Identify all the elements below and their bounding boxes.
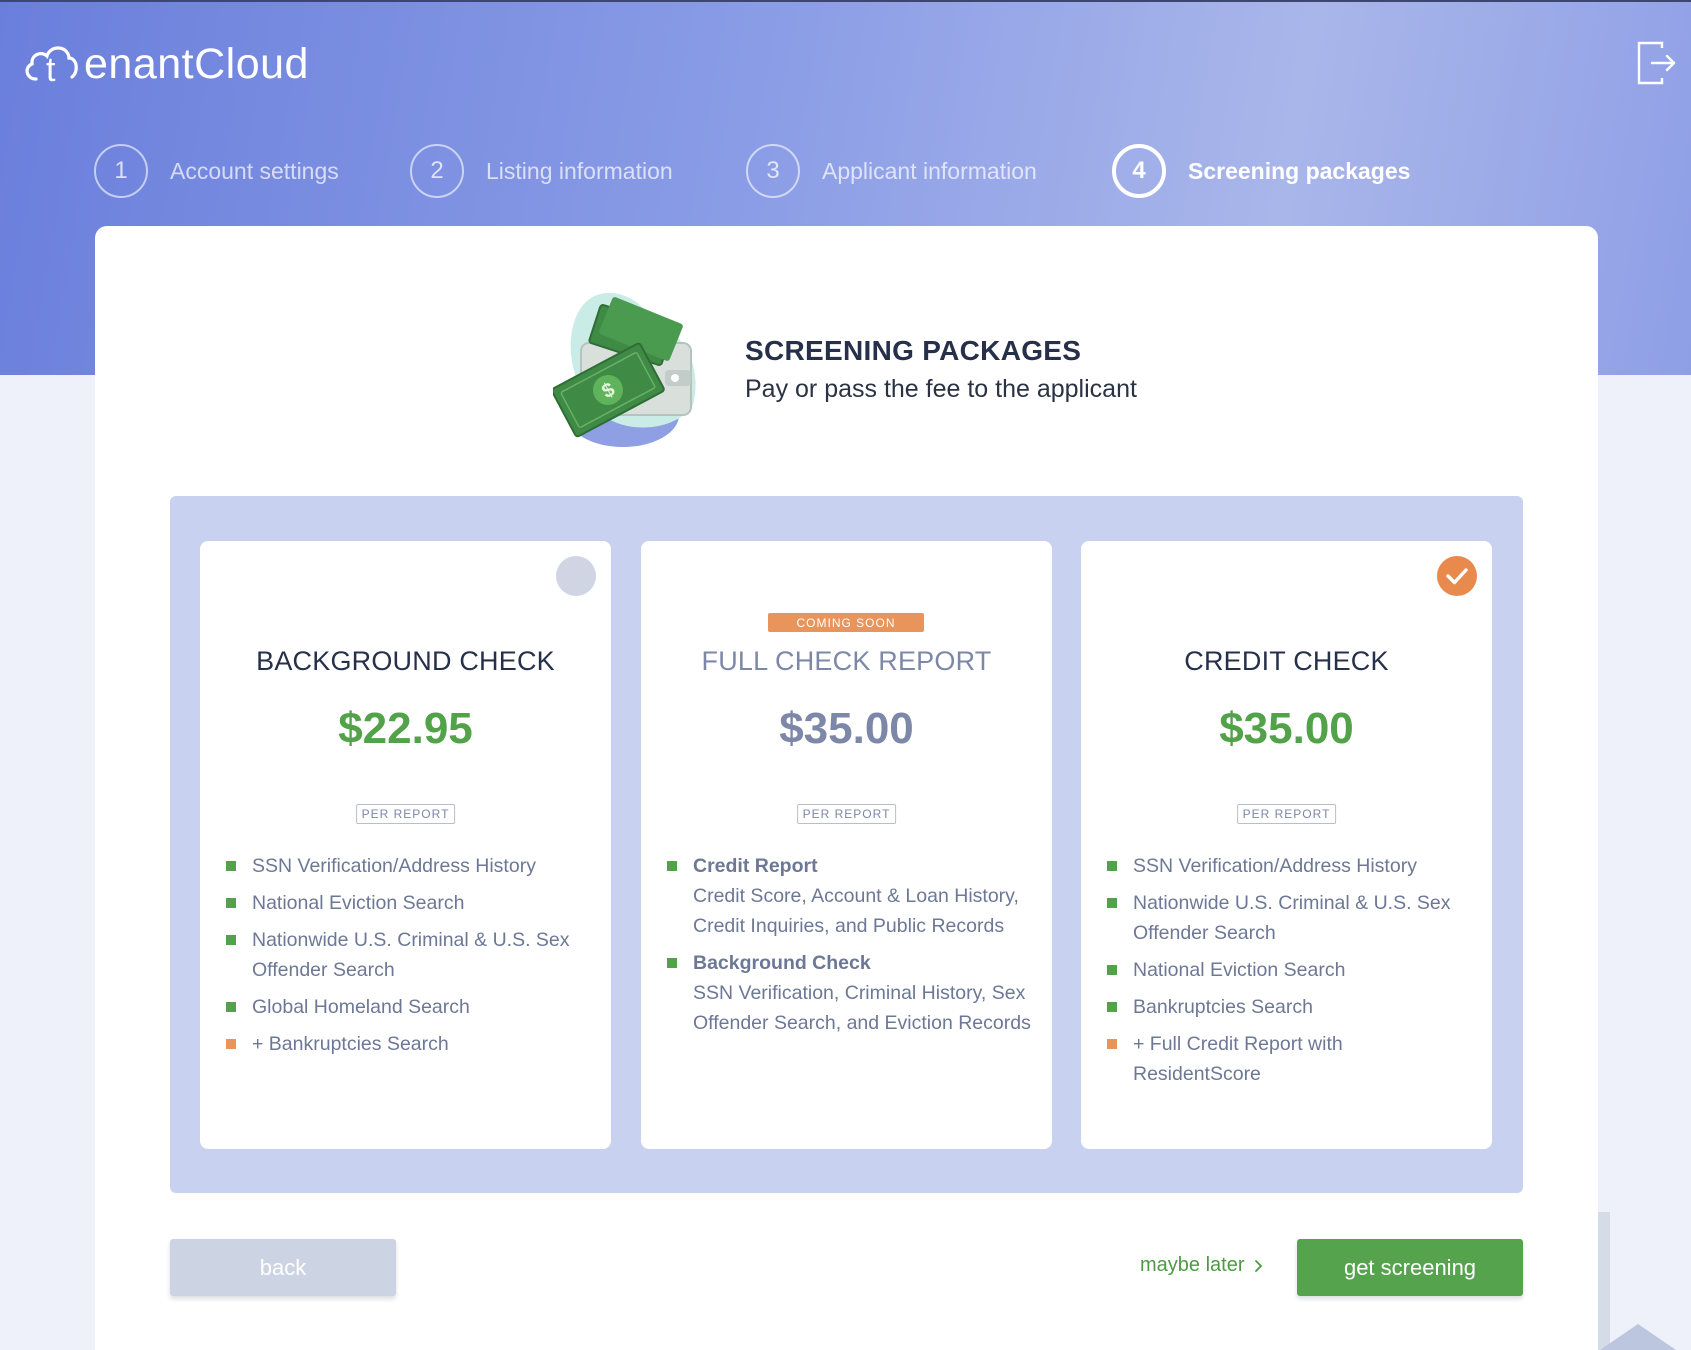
feature-item: Nationwide U.S. Criminal & U.S. Sex Offe… bbox=[226, 925, 595, 985]
package-title: CREDIT CHECK bbox=[1184, 646, 1389, 676]
feature-item: National Eviction Search bbox=[226, 888, 595, 918]
step-screening-packages[interactable]: 4 Screening packages bbox=[1112, 143, 1410, 199]
bullet-icon bbox=[1107, 898, 1117, 908]
back-button[interactable]: back bbox=[170, 1239, 396, 1296]
check-icon bbox=[1446, 568, 1468, 585]
package-title: FULL CHECK REPORT bbox=[701, 646, 992, 676]
feature-item: Global Homeland Search bbox=[226, 992, 595, 1022]
step-listing-information[interactable]: 2 Listing information bbox=[410, 143, 673, 199]
feature-item: Bankruptcies Search bbox=[1107, 992, 1476, 1022]
feature-item: National Eviction Search bbox=[1107, 955, 1476, 985]
step-number: 3 bbox=[746, 144, 800, 198]
feature-list: Credit Report Credit Score, Account & Loa… bbox=[667, 851, 1036, 1045]
bullet-icon bbox=[226, 1039, 236, 1049]
package-background-check[interactable]: BACKGROUND CHECK $22.95 PER REPORT SSN V… bbox=[200, 541, 611, 1149]
feature-text: Nationwide U.S. Criminal & U.S. Sex Offe… bbox=[252, 929, 570, 981]
feature-text: SSN Verification/Address History bbox=[1133, 855, 1417, 877]
feature-item-extra: + Bankruptcies Search bbox=[226, 1029, 595, 1059]
select-radio-checked[interactable] bbox=[1437, 556, 1477, 596]
feature-text: National Eviction Search bbox=[252, 892, 465, 914]
step-account-settings[interactable]: 1 Account settings bbox=[94, 143, 339, 199]
feature-item: Background Check SSN Verification, Crimin… bbox=[667, 948, 1036, 1038]
step-label: Listing information bbox=[486, 157, 673, 184]
feature-text: Nationwide U.S. Criminal & U.S. Sex Offe… bbox=[1133, 892, 1451, 944]
bullet-icon bbox=[226, 935, 236, 945]
bullet-icon bbox=[667, 861, 677, 871]
feature-item: Nationwide U.S. Criminal & U.S. Sex Offe… bbox=[1107, 888, 1476, 948]
feature-heading: Background Check bbox=[693, 952, 871, 974]
bullet-icon bbox=[667, 958, 677, 968]
get-screening-button[interactable]: get screening bbox=[1297, 1239, 1523, 1296]
package-full-check-report: COMING SOON FULL CHECK REPORT $35.00 PER… bbox=[641, 541, 1052, 1149]
bullet-icon bbox=[1107, 965, 1117, 975]
feature-description: SSN Verification, Criminal History, Sex … bbox=[693, 982, 1031, 1034]
feature-text: Bankruptcies Search bbox=[1133, 996, 1313, 1018]
feature-item: SSN Verification/Address History bbox=[1107, 851, 1476, 881]
feature-text: + Bankruptcies Search bbox=[252, 1033, 449, 1055]
bullet-icon bbox=[1107, 861, 1117, 871]
per-report-badge: PER REPORT bbox=[355, 804, 456, 824]
page-title: SCREENING PACKAGES bbox=[745, 335, 1082, 366]
feature-text: SSN Verification/Address History bbox=[252, 855, 536, 877]
package-price: $35.00 bbox=[779, 704, 914, 753]
bullet-icon bbox=[226, 861, 236, 871]
per-report-badge: PER REPORT bbox=[1236, 804, 1337, 824]
chevron-right-icon bbox=[1254, 1259, 1262, 1272]
feature-list: SSN Verification/Address History Nationa… bbox=[226, 851, 595, 1066]
feature-heading: Credit Report bbox=[693, 855, 818, 877]
logout-icon[interactable] bbox=[1636, 40, 1676, 86]
cloud-logo-icon: t bbox=[25, 46, 78, 89]
package-title: BACKGROUND CHECK bbox=[256, 646, 555, 676]
feature-item: Credit Report Credit Score, Account & Loa… bbox=[667, 851, 1036, 941]
feature-text: Global Homeland Search bbox=[252, 996, 470, 1018]
feature-text: + Full Credit Report with ResidentScore bbox=[1133, 1033, 1343, 1085]
scroll-up-icon[interactable] bbox=[1598, 1318, 1678, 1350]
step-label: Screening packages bbox=[1188, 157, 1411, 184]
step-number: 1 bbox=[94, 144, 148, 198]
bullet-icon bbox=[1107, 1002, 1117, 1012]
package-price: $22.95 bbox=[338, 704, 473, 753]
maybe-later-link[interactable]: maybe later bbox=[1140, 1254, 1267, 1277]
package-credit-check[interactable]: CREDIT CHECK $35.00 PER REPORT SSN Verif… bbox=[1081, 541, 1492, 1149]
select-radio[interactable] bbox=[556, 556, 596, 596]
page-subtitle: Pay or pass the fee to the applicant bbox=[745, 375, 1137, 403]
step-number: 2 bbox=[410, 144, 464, 198]
feature-item: SSN Verification/Address History bbox=[226, 851, 595, 881]
feature-list: SSN Verification/Address History Nationw… bbox=[1107, 851, 1476, 1096]
logo-text: enantCloud bbox=[84, 39, 309, 88]
maybe-later-label: maybe later bbox=[1140, 1254, 1245, 1276]
top-border bbox=[0, 0, 1691, 2]
bullet-icon bbox=[226, 1002, 236, 1012]
per-report-badge: PER REPORT bbox=[796, 804, 897, 824]
feature-item-extra: + Full Credit Report with ResidentScore bbox=[1107, 1029, 1476, 1089]
step-number: 4 bbox=[1112, 144, 1166, 198]
bullet-icon bbox=[1107, 1039, 1117, 1049]
logo-letter: t bbox=[46, 51, 56, 89]
package-price: $35.00 bbox=[1219, 704, 1354, 753]
feature-description: Credit Score, Account & Loan History, Cr… bbox=[693, 885, 1019, 937]
coming-soon-badge: COMING SOON bbox=[768, 613, 924, 632]
step-label: Account settings bbox=[170, 157, 339, 184]
feature-text: National Eviction Search bbox=[1133, 959, 1346, 981]
tenantcloud-logo[interactable]: t enantCloud bbox=[22, 36, 309, 92]
bullet-icon bbox=[226, 898, 236, 908]
step-label: Applicant information bbox=[822, 157, 1037, 184]
step-applicant-information[interactable]: 3 Applicant information bbox=[746, 143, 1037, 199]
wallet-money-icon: $ bbox=[553, 292, 696, 447]
